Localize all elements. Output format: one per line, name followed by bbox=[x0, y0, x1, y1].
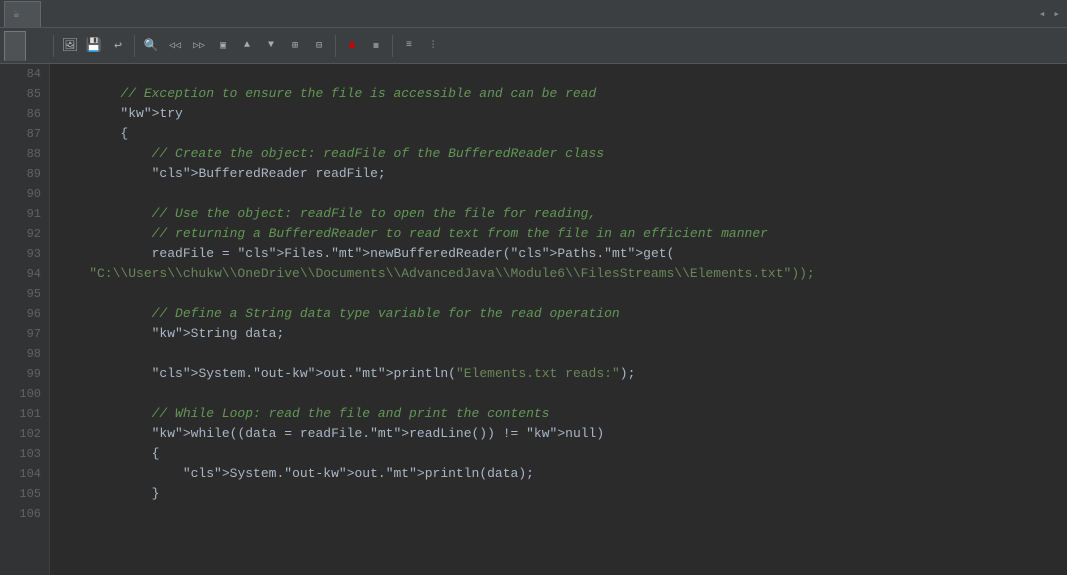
undo-icon: ↩ bbox=[114, 38, 122, 53]
line-number: 90 bbox=[0, 184, 49, 204]
toolbar-btn-find-next[interactable]: ▷▷ bbox=[188, 35, 210, 57]
line-number: 95 bbox=[0, 284, 49, 304]
toolbar-btn-history-back[interactable]: 🖼 bbox=[59, 35, 81, 57]
table-row bbox=[58, 504, 1067, 524]
table-row: readFile = "cls">Files."mt">newBufferedR… bbox=[58, 244, 1067, 264]
code-content[interactable]: // Exception to ensure the file is acces… bbox=[50, 64, 1067, 575]
find-next-icon: ▷▷ bbox=[193, 40, 205, 52]
table-row: "kw">try bbox=[58, 104, 1067, 124]
tab-history[interactable] bbox=[28, 31, 48, 61]
line-number: 103 bbox=[0, 444, 49, 464]
toolbar: 🖼 💾 ↩ 🔍 ◁◁ ▷▷ ▣ ▲ ▼ ⊞ ⊟ ⏺ ⏹ ≡ ⫶ bbox=[0, 28, 1067, 64]
line-number: 105 bbox=[0, 484, 49, 504]
history-back-icon: 🖼 bbox=[62, 38, 79, 53]
toggle-mark-icon: ▣ bbox=[220, 40, 226, 52]
line-number: 87 bbox=[0, 124, 49, 144]
line-number: 99 bbox=[0, 364, 49, 384]
toolbar-separator-1 bbox=[53, 35, 54, 57]
line-number: 101 bbox=[0, 404, 49, 424]
table-row: // Create the object: readFile of the Bu… bbox=[58, 144, 1067, 164]
line-number: 97 bbox=[0, 324, 49, 344]
table-row: // Use the object: readFile to open the … bbox=[58, 204, 1067, 224]
toolbar-btn-stop[interactable]: ⏹ bbox=[365, 35, 387, 57]
nav-left-icon[interactable]: ◂ bbox=[1036, 7, 1049, 21]
line-number: 106 bbox=[0, 504, 49, 524]
line-number: 89 bbox=[0, 164, 49, 184]
line-number: 91 bbox=[0, 204, 49, 224]
nav-arrows: ◂ ▸ bbox=[1036, 7, 1063, 21]
toolbar-btn-col2[interactable]: ⫶ bbox=[422, 35, 444, 57]
line-numbers: 8485868788899091929394959697989910010110… bbox=[0, 64, 50, 575]
table-row: "kw">while((data = readFile."mt">readLin… bbox=[58, 424, 1067, 444]
table-row: } bbox=[58, 484, 1067, 504]
java-file-icon: ☕ bbox=[13, 7, 20, 21]
nav-right-icon[interactable]: ▸ bbox=[1050, 7, 1063, 21]
line-number: 102 bbox=[0, 424, 49, 444]
line-number: 93 bbox=[0, 244, 49, 264]
toolbar-btn-mark-prev[interactable]: ▲ bbox=[236, 35, 258, 57]
file-tab[interactable]: ☕ bbox=[4, 1, 41, 27]
save-icon: 💾 bbox=[86, 38, 102, 53]
toolbar-separator-2 bbox=[134, 35, 135, 57]
toolbar-btn-clear-marks[interactable]: ⊟ bbox=[308, 35, 330, 57]
toolbar-separator-4 bbox=[392, 35, 393, 57]
mark-all-icon: ⊞ bbox=[292, 40, 298, 52]
mark-next-icon: ▼ bbox=[268, 40, 274, 51]
line-number: 86 bbox=[0, 104, 49, 124]
table-row: // Exception to ensure the file is acces… bbox=[58, 84, 1067, 104]
tab-source[interactable] bbox=[4, 31, 26, 61]
line-number: 104 bbox=[0, 464, 49, 484]
toolbar-btn-col1[interactable]: ≡ bbox=[398, 35, 420, 57]
table-row: "cls">BufferedReader readFile; bbox=[58, 164, 1067, 184]
table-row: "C:\\Users\\chukw\\OneDrive\\Documents\\… bbox=[58, 264, 1067, 284]
table-row: "cls">System."out-kw">out."mt">println("… bbox=[58, 364, 1067, 384]
table-row: // While Loop: read the file and print t… bbox=[58, 404, 1067, 424]
toolbar-separator-3 bbox=[335, 35, 336, 57]
toolbar-btn-toggle-mark[interactable]: ▣ bbox=[212, 35, 234, 57]
mark-prev-icon: ▲ bbox=[244, 40, 250, 51]
table-row bbox=[58, 184, 1067, 204]
table-row bbox=[58, 64, 1067, 84]
toolbar-btn-mark-next[interactable]: ▼ bbox=[260, 35, 282, 57]
toolbar-btn-save[interactable]: 💾 bbox=[83, 35, 105, 57]
find-prev-icon: ◁◁ bbox=[169, 40, 181, 52]
table-row bbox=[58, 284, 1067, 304]
clear-marks-icon: ⊟ bbox=[316, 40, 322, 52]
line-number: 88 bbox=[0, 144, 49, 164]
toolbar-btn-record[interactable]: ⏺ bbox=[341, 35, 363, 57]
line-number: 96 bbox=[0, 304, 49, 324]
toolbar-btn-undo[interactable]: ↩ bbox=[107, 35, 129, 57]
line-number: 100 bbox=[0, 384, 49, 404]
table-row: { bbox=[58, 124, 1067, 144]
table-row: { bbox=[58, 444, 1067, 464]
toolbar-btn-search[interactable]: 🔍 bbox=[140, 35, 162, 57]
search-icon: 🔍 bbox=[144, 38, 159, 53]
col1-icon: ≡ bbox=[406, 40, 412, 51]
table-row bbox=[58, 344, 1067, 364]
line-number: 84 bbox=[0, 64, 49, 84]
stop-icon: ⏹ bbox=[373, 39, 379, 53]
line-number: 94 bbox=[0, 264, 49, 284]
table-row: // Define a String data type variable fo… bbox=[58, 304, 1067, 324]
line-number: 85 bbox=[0, 84, 49, 104]
col2-icon: ⫶ bbox=[432, 40, 435, 52]
code-area: 8485868788899091929394959697989910010110… bbox=[0, 64, 1067, 575]
table-row bbox=[58, 384, 1067, 404]
table-row: "kw">String data; bbox=[58, 324, 1067, 344]
line-number: 98 bbox=[0, 344, 49, 364]
table-row: "cls">System."out-kw">out."mt">println(d… bbox=[58, 464, 1067, 484]
title-bar: ☕ ◂ ▸ bbox=[0, 0, 1067, 28]
table-row: // returning a BufferedReader to read te… bbox=[58, 224, 1067, 244]
line-number: 92 bbox=[0, 224, 49, 244]
toolbar-btn-find-prev[interactable]: ◁◁ bbox=[164, 35, 186, 57]
record-icon: ⏺ bbox=[349, 39, 355, 53]
toolbar-btn-mark-all[interactable]: ⊞ bbox=[284, 35, 306, 57]
